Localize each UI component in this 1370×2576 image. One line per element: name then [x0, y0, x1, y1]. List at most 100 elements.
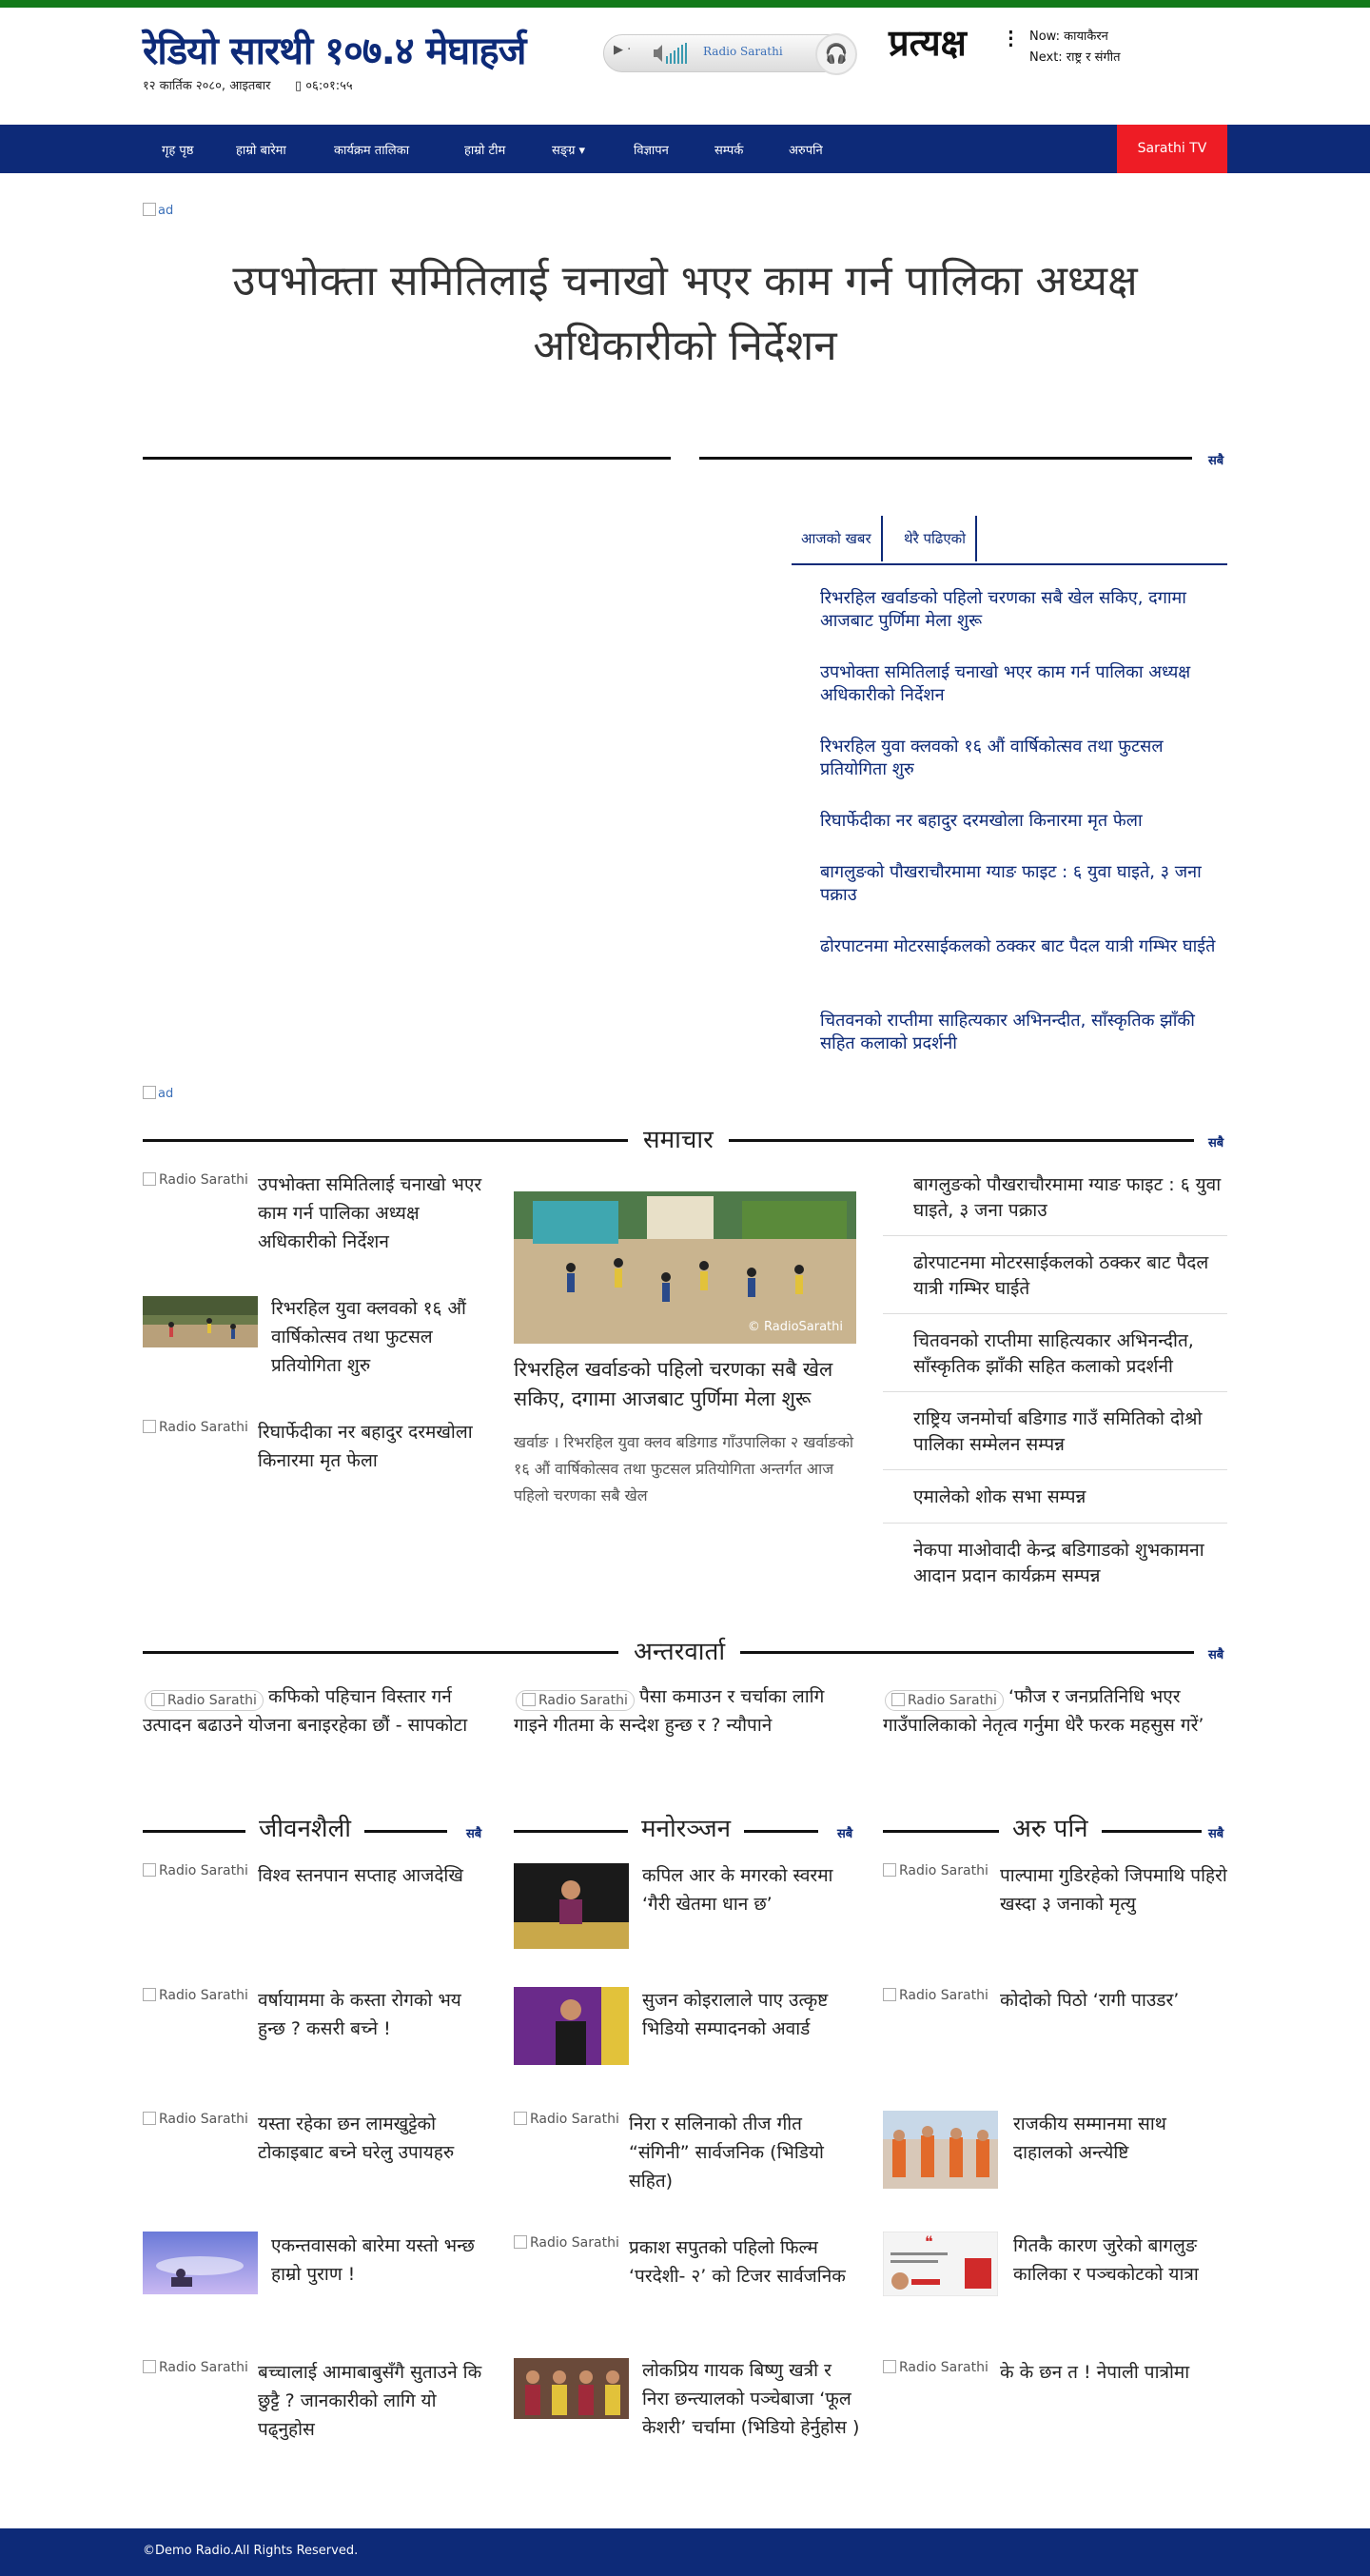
ad-banner-mid[interactable]: ad [143, 1086, 173, 1101]
see-all-link[interactable]: सबै [1208, 1824, 1223, 1841]
nav-ads[interactable]: विज्ञापन [634, 141, 669, 158]
radio-player: ▶ · Radio Sarathi 🎧 [603, 33, 857, 75]
nav-schedule[interactable]: कार्यक्रम तालिका [334, 141, 409, 158]
entertainment-thumb-singer[interactable] [514, 1863, 629, 1949]
entertainment-item-title[interactable]: लोकप्रिय गायक बिष्णु खत्री र निरा छन्त्य… [642, 2356, 861, 2442]
others-thumb[interactable]: Radio Sarathi [883, 1988, 988, 2003]
sidebar-news-item[interactable]: बागलुङको पौखराचौरमामा ग्याङ फाइट : ६ युव… [820, 861, 1220, 907]
others-item-title[interactable]: पाल्पामा गुडिरहेको जिपमाथि पहिरो खस्दा ३… [1000, 1861, 1228, 1918]
news-item-title[interactable]: रिभरहिल युवा क्लवको १६ औं वार्षिकोत्सव त… [271, 1294, 490, 1380]
entertainment-thumb[interactable]: Radio Sarathi [514, 2235, 619, 2251]
sidebar-news-item[interactable]: उपभोक्ता समितिलाई चनाखो भएर काम गर्न पाल… [820, 661, 1220, 707]
nav-about[interactable]: हाम्रो बारेमा [236, 141, 286, 158]
site-footer: ©Demo Radio.All Rights Reserved. [0, 2528, 1370, 2576]
others-thumb[interactable]: Radio Sarathi [883, 2360, 988, 2375]
others-thumb-quote[interactable]: ❝ [883, 2232, 998, 2296]
news-list-item[interactable]: ढोरपाटनमा मोटरसाईकलको ठक्कर बाट पैदल यात… [883, 1241, 1227, 1311]
interview-title[interactable]: ‘फौज र जनप्रतिनिधि भएर गाउँपालिकाको नेतृ… [883, 1682, 1227, 1740]
headphones-icon[interactable]: 🎧 [815, 33, 857, 75]
news-list-item[interactable]: राष्ट्रिय जनमोर्चा बडिगाड गाउँ समितिको द… [883, 1397, 1227, 1467]
nav-home[interactable]: गृह पृष्ठ [162, 141, 193, 158]
nav-collection-label: सङ्ग्र [552, 144, 576, 158]
live-label: प्रत्यक्ष [889, 22, 967, 64]
tab-most-read[interactable]: थेरै पढिएको [894, 516, 978, 561]
see-all-link[interactable]: सबै [466, 1824, 481, 1841]
sidebar-news-item[interactable]: रिभरहिल खर्वाङको पहिलो चरणका सबै खेल सकि… [820, 587, 1220, 633]
interview-title[interactable]: कफिको पहिचान विस्तार गर्न उत्पादन बढाउने… [143, 1682, 485, 1740]
sidebar-news-item[interactable]: रिघार्फेदीका नर बहादुर दरमखोला किनारमा म… [820, 810, 1220, 833]
player-label: Radio Sarathi [703, 45, 783, 58]
sidebar-news-item[interactable]: चितवनको राप्तीमा साहित्यकार अभिनन्दीत, स… [820, 1010, 1220, 1055]
others-thumb[interactable]: Radio Sarathi [883, 1863, 988, 1878]
entertainment-item-title[interactable]: निरा र सलिनाको तीज गीत “संगिनी” सार्वजनि… [629, 2110, 859, 2195]
play-icon[interactable]: ▶ · [614, 43, 631, 57]
lifestyle-item-title[interactable]: यस्ता रहेका छन लामखुट्टेको टोकाइबाट बच्न… [258, 2110, 486, 2167]
news-list-item[interactable]: नेकपा माओवादी केन्द्र बडिगाडको शुभकामना … [883, 1528, 1227, 1599]
sidebar-news-item[interactable]: रिभरहिल युवा क्लवको १६ औं वार्षिकोत्सव त… [820, 736, 1220, 781]
lifestyle-thumb[interactable]: Radio Sarathi [143, 2360, 248, 2375]
feature-excerpt: खर्वाङ । रिभरहिल युवा क्लव बडिगाड गाँउपा… [514, 1433, 854, 1504]
feature-image[interactable]: © RadioSarathi [514, 1191, 856, 1344]
news-thumb[interactable]: Radio Sarathi [143, 1172, 248, 1188]
lifestyle-item-title[interactable]: विश्व स्तनपान सप्ताह आजदेखि [258, 1861, 486, 1890]
list-separator [883, 1313, 1227, 1314]
volume-icon[interactable] [652, 41, 690, 66]
sarathi-tv-button[interactable]: Sarathi TV [1117, 125, 1227, 173]
now-playing: Now: कायाकैरन [1029, 29, 1108, 44]
entertainment-item-title[interactable]: प्रकाश सपुतको पहिलो फिल्म ‘परदेशी- २’ को… [629, 2233, 859, 2291]
others-thumb-funeral[interactable] [883, 2111, 998, 2189]
lifestyle-item-title[interactable]: वर्षायाममा के कस्ता रोगको भय हुन्छ ? कसर… [258, 1986, 486, 2043]
see-all-link[interactable]: सबै [837, 1824, 852, 1841]
nav-others[interactable]: अरुपनि [789, 141, 823, 158]
caret-down-icon: ▾ [578, 144, 586, 158]
news-tabs: आजको खबर थेरै पढिएको [792, 516, 1227, 565]
lifestyle-thumb[interactable]: Radio Sarathi [143, 2112, 248, 2127]
see-all-link[interactable]: सबै [1208, 1645, 1223, 1662]
news-item-title[interactable]: उपभोक्ता समितिलाई चनाखो भएर काम गर्न पाल… [258, 1170, 486, 1256]
see-all-link[interactable]: सबै [1208, 451, 1223, 468]
svg-text:❝: ❝ [925, 2232, 933, 2251]
news-item-title[interactable]: रिघार्फेदीका नर बहादुर दरमखोला किनारमा म… [258, 1418, 486, 1475]
entertainment-thumb[interactable]: Radio Sarathi [514, 2112, 619, 2127]
site-logo[interactable]: रेडियो सारथी १०७.४ मेघाहर्ज [143, 23, 526, 75]
list-separator [883, 1469, 1227, 1470]
main-nav: गृह पृष्ठ हाम्रो बारेमा कार्यक्रम तालिका… [0, 125, 1370, 173]
interview-title[interactable]: पैसा कमाउन र चर्चाका लागि गाइने गीतमा के… [514, 1682, 858, 1740]
entertainment-title: मनोरञ्जन [628, 1810, 745, 1844]
feature-title[interactable]: रिभरहिल खर्वाङको पहिलो चरणका सबै खेल सकि… [514, 1355, 858, 1414]
entertainment-thumb-award[interactable] [514, 1987, 629, 2065]
news-list-item[interactable]: बागलुङको पौखराचौरमामा ग्याङ फाइट : ६ युव… [883, 1163, 1227, 1233]
news-thumb[interactable]: Radio Sarathi [143, 1420, 248, 1435]
ad-banner-top[interactable]: ad [143, 203, 173, 218]
lifestyle-title: जीवनशैली [245, 1810, 364, 1844]
see-all-link[interactable]: सबै [1208, 1133, 1223, 1150]
interview-section-title: अन्तरवार्ता [618, 1633, 741, 1667]
header-date: १२ कार्तिक २०८०, आइतबार [143, 79, 271, 93]
news-thumb-football[interactable] [143, 1296, 258, 1347]
lifestyle-item-title[interactable]: एकन्तवासको बारेमा यस्तो भन्छ हाम्रो पुरा… [271, 2232, 490, 2289]
others-item-title[interactable]: राजकीय सम्मानमा साथ दाहालको अन्त्येष्टि [1013, 2110, 1227, 2167]
list-separator [883, 1523, 1227, 1524]
entertainment-thumb-duet[interactable] [514, 2358, 629, 2419]
copyright-text: ©Demo Radio.All Rights Reserved. [143, 2544, 359, 2558]
lifestyle-item-title[interactable]: बच्चालाई आमाबाबुसँगै सुताउने कि छुट्टै ?… [258, 2358, 486, 2444]
lifestyle-thumb[interactable]: Radio Sarathi [143, 1863, 248, 1878]
entertainment-item-title[interactable]: सुजन कोइरालाले पाए उत्कृष्ट भिडियो सम्पा… [642, 1986, 861, 2043]
others-item-title[interactable]: गितकै कारण जुरेको बागलुङ कालिका र पञ्चको… [1013, 2232, 1227, 2289]
others-item-title[interactable]: कोदोको पिठो ‘रागी पाउडर’ [1000, 1986, 1228, 2015]
lifestyle-thumb-meditation[interactable] [143, 2232, 258, 2294]
others-item-title[interactable]: के के छन त ! नेपाली पात्रोमा [1000, 2358, 1228, 2387]
sidebar-news-item[interactable]: ढोरपाटनमा मोटरसाईकलको ठक्कर बाट पैदल यात… [820, 935, 1220, 958]
tab-today-news[interactable]: आजको खबर [792, 516, 883, 561]
list-separator [883, 1235, 1227, 1236]
nav-contact[interactable]: सम्पर्क [714, 141, 743, 158]
main-headline[interactable]: उपभोक्ता समितिलाई चनाखो भएर काम गर्न पाल… [143, 249, 1227, 379]
lifestyle-thumb[interactable]: Radio Sarathi [143, 1988, 248, 2003]
top-accent-bar [0, 0, 1370, 8]
news-list-item[interactable]: चितवनको राप्तीमा साहित्यकार अभिनन्दीत, स… [883, 1319, 1227, 1389]
header-time: ▯ ०६:०१:५५ [295, 79, 353, 93]
nav-collection[interactable]: सङ्ग्र ▾ [552, 141, 585, 158]
news-list-item[interactable]: एमालेको शोक सभा सम्पन्न [883, 1475, 1227, 1520]
nav-team[interactable]: हाम्रो टीम [464, 141, 505, 158]
entertainment-item-title[interactable]: कपिल आर के मगरको स्वरमा ‘गैरी खेतमा धान … [642, 1861, 861, 1918]
